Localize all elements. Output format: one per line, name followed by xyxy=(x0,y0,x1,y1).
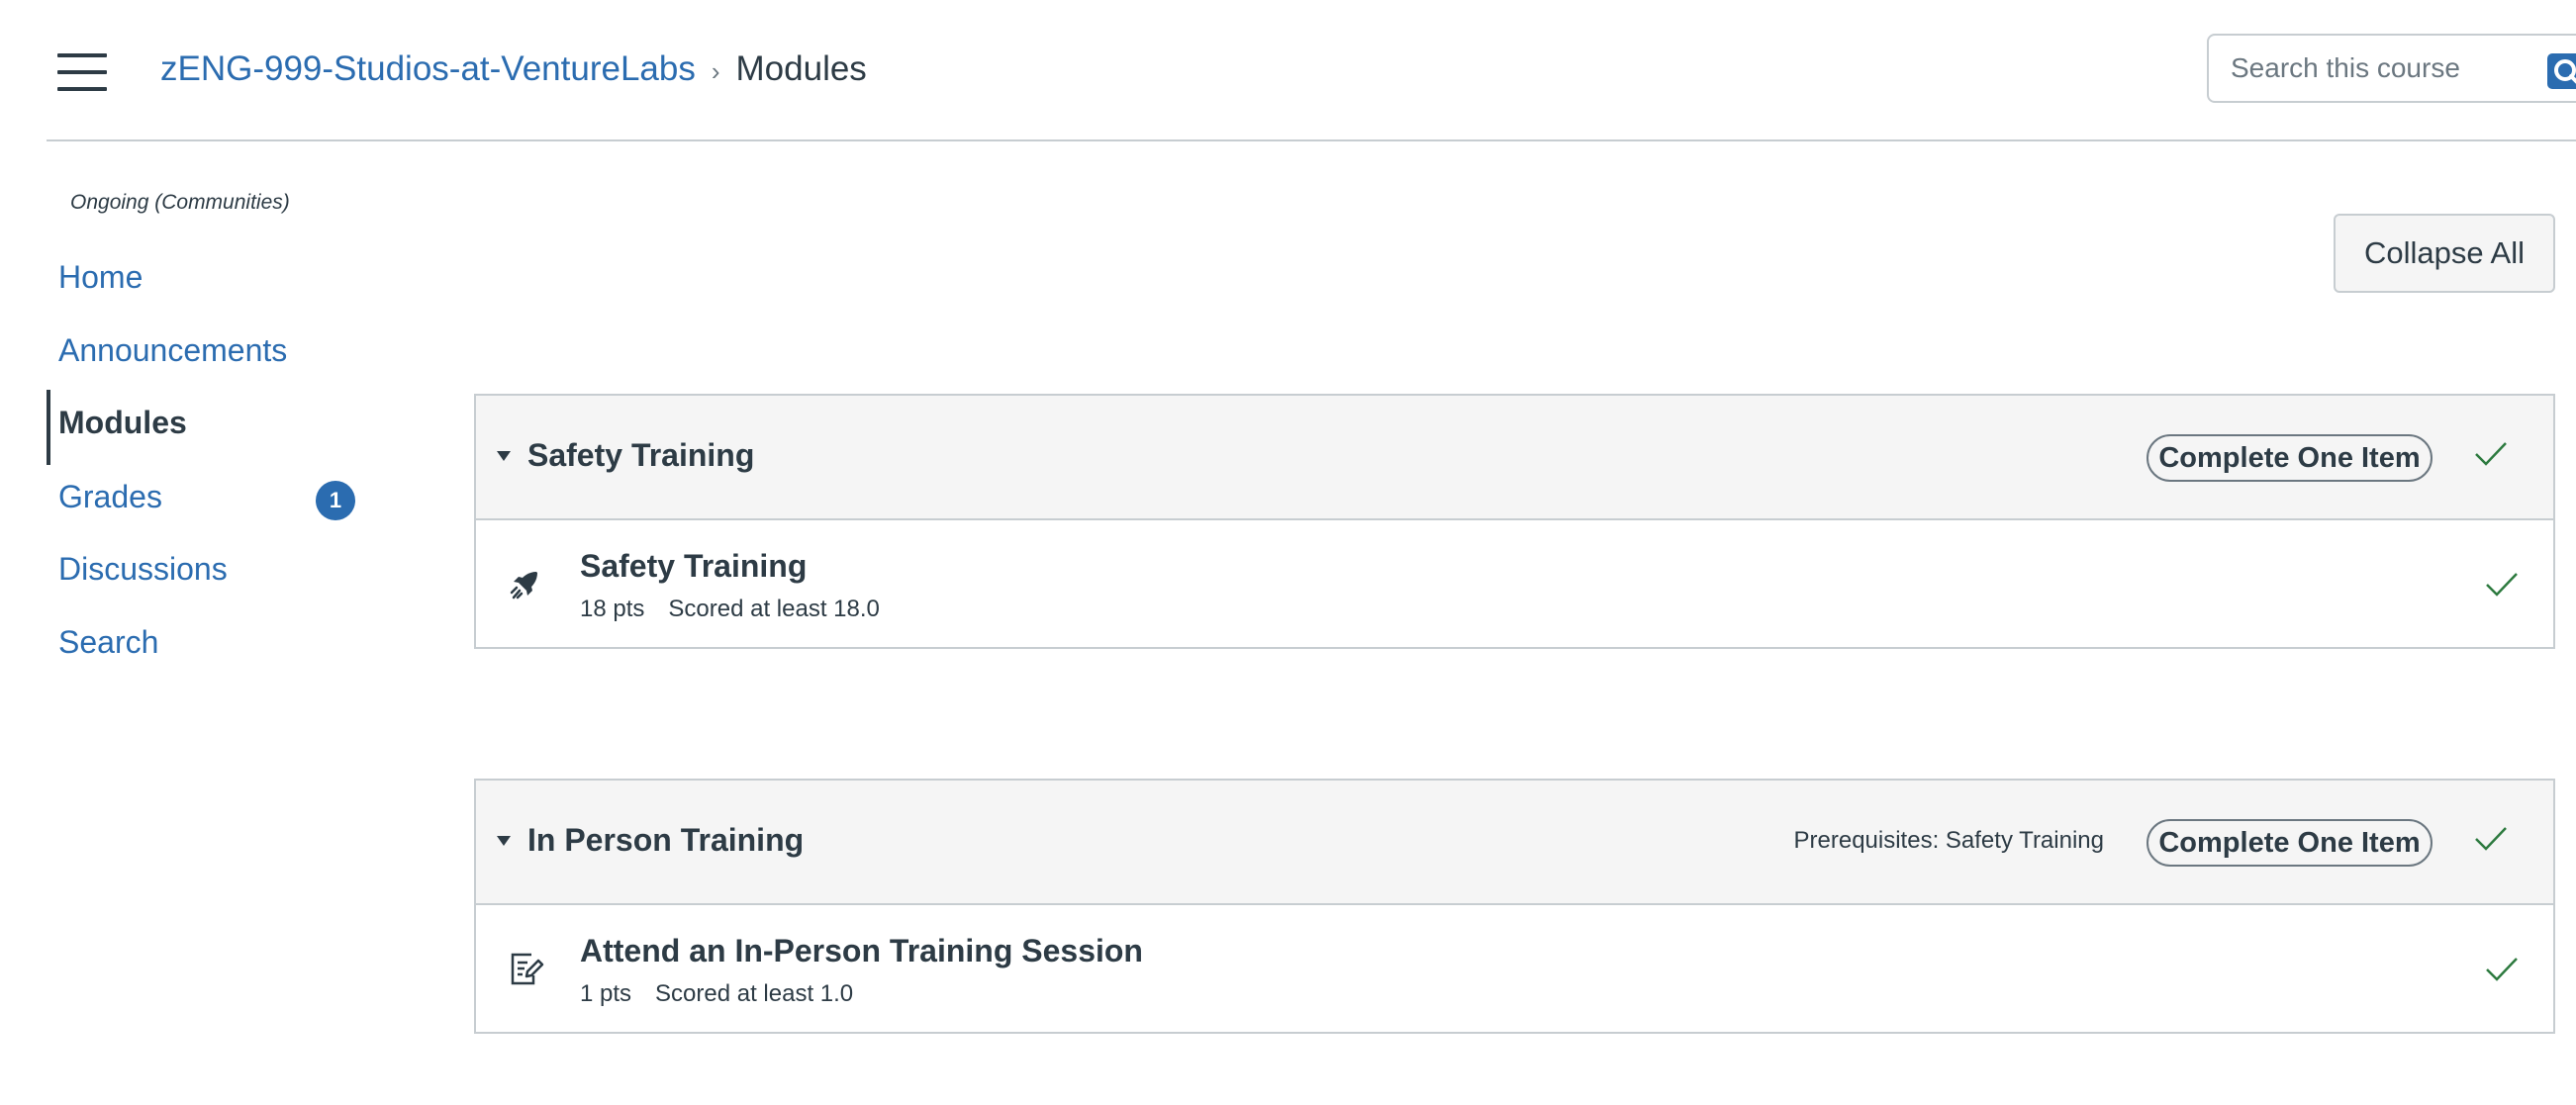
module-header[interactable]: In Person Training Prerequisites: Safety… xyxy=(476,781,2553,905)
search-input[interactable] xyxy=(2231,36,2528,101)
search-icon xyxy=(2554,59,2576,84)
item-points: 1 pts xyxy=(580,980,632,1007)
grades-count-badge: 1 xyxy=(316,481,355,520)
caret-down-icon[interactable] xyxy=(497,836,511,846)
item-requirement: Scored at least 18.0 xyxy=(668,596,880,622)
module-in-person-training: In Person Training Prerequisites: Safety… xyxy=(474,779,2555,1034)
breadcrumb-course-link[interactable]: zENG-999-Studios-at-VentureLabs xyxy=(160,49,696,89)
sidebar-item-modules[interactable]: Modules xyxy=(58,405,187,441)
module-item[interactable]: Attend an In-Person Training Session 1 p… xyxy=(476,905,2553,1032)
module-prerequisites: Prerequisites: Safety Training xyxy=(1793,827,2105,854)
breadcrumb-current-page: Modules xyxy=(735,49,867,88)
assignment-icon xyxy=(511,953,544,985)
item-details: 1 pts Scored at least 1.0 xyxy=(580,980,853,1008)
item-title-link[interactable]: Safety Training xyxy=(580,548,807,585)
sidebar-item-grades[interactable]: Grades xyxy=(58,479,162,515)
item-points: 18 pts xyxy=(580,596,645,622)
item-details: 18 pts Scored at least 18.0 xyxy=(580,596,880,623)
hamburger-menu-icon[interactable] xyxy=(57,53,109,91)
sidebar-item-discussions[interactable]: Discussions xyxy=(58,551,228,588)
item-requirement: Scored at least 1.0 xyxy=(655,980,854,1007)
requirement-pill: Complete One Item xyxy=(2147,819,2433,867)
module-item[interactable]: Safety Training 18 pts Scored at least 18… xyxy=(476,520,2553,647)
checkmark-icon xyxy=(2486,573,2518,597)
caret-down-icon[interactable] xyxy=(497,451,511,461)
item-title-link[interactable]: Attend an In-Person Training Session xyxy=(580,933,1143,969)
checkmark-icon xyxy=(2475,442,2507,466)
active-indicator xyxy=(47,390,50,465)
sidebar-item-search[interactable]: Search xyxy=(58,624,158,661)
module-header[interactable]: Safety Training Complete One Item xyxy=(476,396,2553,520)
sidebar-item-announcements[interactable]: Announcements xyxy=(58,332,287,369)
module-title: In Person Training xyxy=(527,822,805,858)
sidebar-item-home[interactable]: Home xyxy=(58,259,143,296)
checkmark-icon xyxy=(2486,958,2518,981)
breadcrumb: zENG-999-Studios-at-VentureLabs › Module… xyxy=(160,46,867,93)
search-button[interactable] xyxy=(2547,53,2576,89)
module-safety-training: Safety Training Complete One Item Safety… xyxy=(474,394,2555,649)
checkmark-icon xyxy=(2475,827,2507,851)
requirement-pill: Complete One Item xyxy=(2147,434,2433,482)
rocket-icon xyxy=(510,572,537,599)
course-term-label: Ongoing (Communities) xyxy=(70,191,290,214)
chevron-right-icon: › xyxy=(711,55,720,86)
module-title: Safety Training xyxy=(527,437,755,473)
header-divider xyxy=(47,139,2576,141)
collapse-all-button[interactable]: Collapse All xyxy=(2334,214,2555,293)
course-search xyxy=(2207,34,2576,103)
